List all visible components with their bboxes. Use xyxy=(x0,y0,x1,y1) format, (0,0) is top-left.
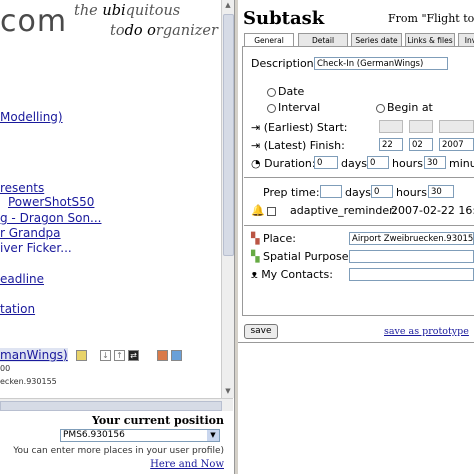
down-arrow-icon[interactable]: ↓ xyxy=(100,350,111,361)
task-link[interactable]: Modelling) xyxy=(0,110,63,124)
divider xyxy=(238,342,474,343)
prep-hours-input[interactable]: 0 xyxy=(371,185,393,198)
spatial-purpose-label: ▚ Spatial Purpose: xyxy=(251,250,353,263)
here-and-now-link[interactable]: Here and Now xyxy=(150,459,224,470)
scrollbar-thumb[interactable] xyxy=(223,14,234,256)
horizontal-scrollbar[interactable] xyxy=(0,398,233,411)
task-detail-text: 00 xyxy=(0,364,11,373)
task-link[interactable]: resents xyxy=(0,181,44,195)
save-as-prototype-link[interactable]: save as prototype xyxy=(384,326,469,337)
prep-days-label: days xyxy=(345,186,371,199)
task-link[interactable]: iver Ficker... xyxy=(0,241,72,255)
task-link[interactable]: g - Dragon Son... xyxy=(0,211,102,225)
scrollbar-thumb[interactable] xyxy=(0,401,222,411)
contacts-label: ᴥ My Contacts: xyxy=(251,268,333,281)
map-icon[interactable] xyxy=(171,350,182,361)
tab-series-date[interactable]: Series date xyxy=(351,33,402,46)
tab-links-files[interactable]: Links & files xyxy=(405,33,455,46)
swap-icon[interactable]: ⇄ xyxy=(128,350,139,361)
reminder-value: 2007-02-22 16:3 xyxy=(391,204,474,217)
arrow-end-icon: ⇥ xyxy=(251,139,261,152)
hours-label: hours xyxy=(392,157,423,170)
scroll-down-icon[interactable]: ▼ xyxy=(224,387,232,397)
tagline: the ubiquitous todo organizer xyxy=(74,3,218,39)
prep-time-label: Prep time: xyxy=(263,186,320,199)
reminder-checkbox[interactable] xyxy=(267,207,276,216)
position-title: Your current position xyxy=(91,414,224,427)
tab-detail[interactable]: Detail xyxy=(298,33,348,46)
clock-icon: ◔ xyxy=(251,157,261,170)
interval-radio[interactable] xyxy=(267,104,276,113)
duration-minutes-input[interactable]: 30 xyxy=(424,156,446,169)
duration-hours-input[interactable]: 0 xyxy=(367,156,389,169)
contacts-icon: ᴥ xyxy=(251,268,258,281)
logo: com xyxy=(0,4,68,39)
position-note: You can enter more places in your user p… xyxy=(13,446,224,456)
finish-label: ⇥ (Latest) Finish: xyxy=(251,139,345,152)
image-icon[interactable] xyxy=(157,350,168,361)
finish-month-input[interactable]: 02 xyxy=(409,138,433,151)
note-icon[interactable] xyxy=(76,350,87,361)
finish-day-input[interactable]: 22 xyxy=(379,138,403,151)
start-label: ⇥ (Earliest) Start: xyxy=(251,121,348,134)
page-title: Subtask xyxy=(243,8,325,29)
prep-hours-label: hours xyxy=(396,186,427,199)
begin-at-label: Begin at xyxy=(387,101,433,114)
tab-general[interactable]: General xyxy=(244,33,294,47)
date-label: Date xyxy=(278,85,305,98)
scroll-up-icon[interactable]: ▲ xyxy=(224,1,232,11)
parent-task-label: From "Flight to Corf xyxy=(388,12,474,25)
duration-days-input[interactable]: 0 xyxy=(314,156,338,169)
task-link[interactable]: eadline xyxy=(0,272,44,286)
save-button[interactable]: save xyxy=(244,324,278,339)
task-list-pane: com the ubiquitous todo organizer Modell… xyxy=(0,0,234,474)
position-select[interactable]: PMS6.930156 ▼ xyxy=(60,429,220,442)
place-icon: ▚ xyxy=(251,232,260,245)
arrow-right-icon: ⇥ xyxy=(251,121,261,134)
task-detail-text: ecken.930155 xyxy=(0,377,57,386)
up-arrow-icon[interactable]: ↑ xyxy=(114,350,125,361)
task-link[interactable]: PowerShotS50 xyxy=(8,195,94,209)
chevron-down-icon[interactable]: ▼ xyxy=(207,430,219,441)
prep-minutes-input[interactable]: 30 xyxy=(428,185,454,198)
interval-label: Interval xyxy=(278,101,321,114)
start-day-input[interactable] xyxy=(379,120,403,133)
description-label: Description: xyxy=(251,57,318,70)
prep-days-input[interactable] xyxy=(320,185,342,198)
reminder-label: adaptive_reminder: xyxy=(290,204,398,217)
task-link[interactable]: r Grandpa xyxy=(0,226,61,240)
vertical-scrollbar[interactable]: ▲ ▼ xyxy=(221,0,234,398)
description-input[interactable]: Check-In (GermanWings) xyxy=(314,57,448,70)
spatial-icon: ▚ xyxy=(251,250,260,263)
divider xyxy=(244,177,474,178)
place-input[interactable]: Airport Zweibruecken.930155 xyxy=(349,232,474,245)
divider xyxy=(244,225,474,226)
place-label: ▚ Place: xyxy=(251,232,296,245)
start-month-input[interactable] xyxy=(409,120,433,133)
tab-invitations[interactable]: Invit xyxy=(458,33,474,46)
bell-icon: 🔔 xyxy=(251,204,265,217)
subtask-pane: Subtask From "Flight to Corf General Det… xyxy=(238,0,474,474)
task-link[interactable]: tation xyxy=(0,302,35,316)
days-label: days xyxy=(341,157,367,170)
contacts-input[interactable] xyxy=(349,268,474,281)
finish-year-input[interactable]: 2007 xyxy=(439,138,474,151)
start-year-input[interactable] xyxy=(439,120,474,133)
spatial-purpose-input[interactable] xyxy=(349,250,474,263)
duration-label: ◔ Duration: xyxy=(251,157,316,170)
begin-at-radio[interactable] xyxy=(376,104,385,113)
date-radio[interactable] xyxy=(267,88,276,97)
minutes-label: minu xyxy=(449,157,474,170)
task-link-selected[interactable]: manWings) xyxy=(0,348,68,362)
